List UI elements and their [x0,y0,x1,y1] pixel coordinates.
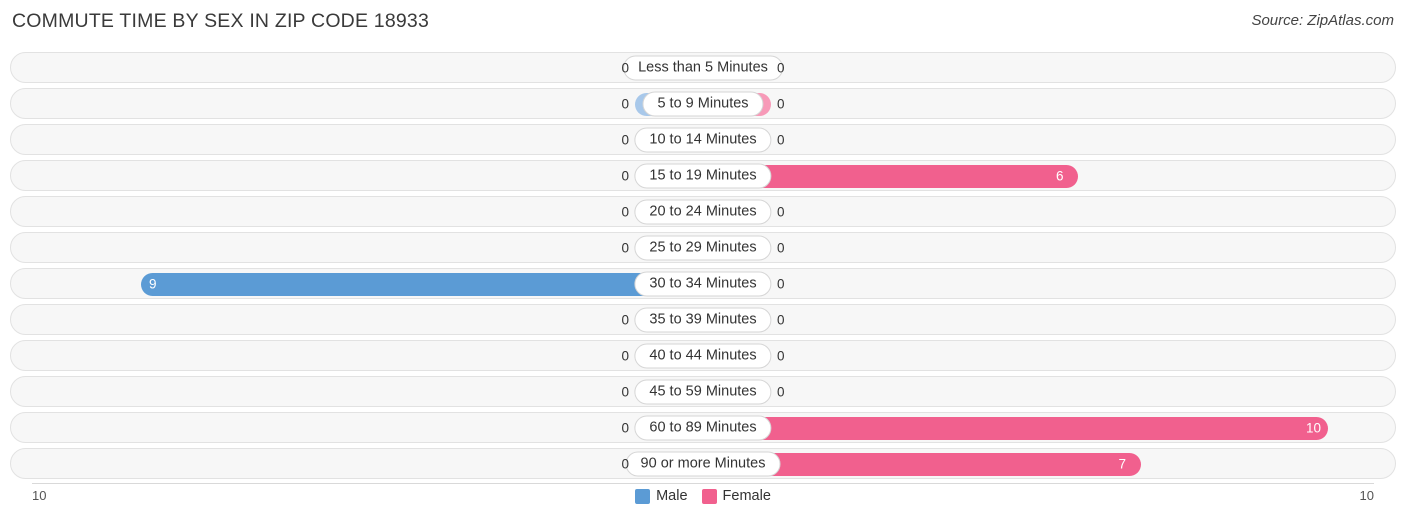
bar-value-male: 0 [621,240,629,255]
bar-category-label: 15 to 19 Minutes [634,163,772,188]
bar-value-male: 0 [621,60,629,75]
bar-value-male: 9 [148,276,157,291]
bar-row: 0 0 35 to 39 Minutes [10,304,1396,335]
bar-male [140,273,703,296]
legend-swatch-male [635,488,651,504]
chart-root: COMMUTE TIME BY SEX IN ZIP CODE 18933 So… [0,0,1406,522]
bar-row: 0 10 60 to 89 Minutes [10,412,1396,443]
bar-track: 0 0 45 to 59 Minutes [11,377,1395,406]
page-title: COMMUTE TIME BY SEX IN ZIP CODE 18933 [12,10,430,32]
bar-value-male: 0 [621,348,629,363]
bar-value-male: 0 [621,456,629,471]
bar-category-label: 25 to 29 Minutes [634,235,772,260]
bar-row: 0 0 25 to 29 Minutes [10,232,1396,263]
bar-row: 0 7 90 or more Minutes [10,448,1396,479]
legend-item-male[interactable]: Male [635,488,688,504]
axis: 10 10 [10,483,1396,503]
bar-value-female: 0 [777,348,785,363]
bar-track: 0 0 35 to 39 Minutes [11,305,1395,334]
bar-category-label: 10 to 14 Minutes [634,127,772,152]
bar-value-male: 0 [621,204,629,219]
bar-track: 0 0 5 to 9 Minutes [11,89,1395,118]
bar-value-male: 0 [621,96,629,111]
bar-value-female: 0 [777,60,785,75]
bar-value-female: 0 [777,384,785,399]
bar-value-male: 0 [621,384,629,399]
source-attribution: Source: ZipAtlas.com [1251,12,1394,29]
bar-track: 9 0 30 to 34 Minutes [11,269,1395,298]
bar-value-female: 0 [777,96,785,111]
bar-value-female: 10 [1306,420,1322,435]
bar-track: 0 7 90 or more Minutes [11,449,1395,478]
bar-row: 0 0 40 to 44 Minutes [10,340,1396,371]
legend-swatch-female [701,488,717,504]
bar-track: 0 6 15 to 19 Minutes [11,161,1395,190]
bar-row: 0 0 Less than 5 Minutes [10,52,1396,83]
bar-value-male: 0 [621,168,629,183]
bar-value-female: 0 [777,240,785,255]
bar-value-female: 0 [777,276,785,291]
bar-category-label: 45 to 59 Minutes [634,379,772,404]
bar-category-label: 40 to 44 Minutes [634,343,772,368]
bar-track: 0 0 40 to 44 Minutes [11,341,1395,370]
bar-value-male: 0 [621,312,629,327]
bar-category-label: 90 or more Minutes [625,451,781,476]
bar-category-label: 20 to 24 Minutes [634,199,772,224]
bar-value-female: 0 [777,204,785,219]
bar-value-male: 0 [621,132,629,147]
bar-row: 0 0 20 to 24 Minutes [10,196,1396,227]
bar-value-female: 6 [1056,168,1064,183]
bar-category-label: 35 to 39 Minutes [634,307,772,332]
bar-row: 0 0 10 to 14 Minutes [10,124,1396,155]
bar-track: 0 0 25 to 29 Minutes [11,233,1395,262]
legend-label-female: Female [722,488,771,504]
bar-category-label: 30 to 34 Minutes [634,271,772,296]
bar-value-male: 0 [621,420,629,435]
bar-rows-container: 0 0 Less than 5 Minutes 0 0 5 to 9 Minutes 0 0 1… [10,52,1396,484]
bar-female [703,417,1328,440]
bar-value-female: 0 [777,132,785,147]
bar-row: 9 0 30 to 34 Minutes [10,268,1396,299]
bar-value-female: 7 [1118,456,1127,471]
bar-row: 0 0 45 to 59 Minutes [10,376,1396,407]
bar-track: 0 10 60 to 89 Minutes [11,413,1395,442]
bar-track: 0 0 20 to 24 Minutes [11,197,1395,226]
bar-track: 0 0 10 to 14 Minutes [11,125,1395,154]
legend: Male Female [0,488,1406,504]
bar-category-label: 60 to 89 Minutes [634,415,772,440]
bar-row: 0 0 5 to 9 Minutes [10,88,1396,119]
legend-item-female[interactable]: Female [701,488,771,504]
bar-category-label: 5 to 9 Minutes [642,91,764,116]
bar-row: 0 6 15 to 19 Minutes [10,160,1396,191]
bar-track: 0 0 Less than 5 Minutes [11,53,1395,82]
legend-label-male: Male [656,488,688,504]
bar-value-female: 0 [777,312,785,327]
bar-category-label: Less than 5 Minutes [623,55,783,80]
axis-line [32,483,1374,484]
